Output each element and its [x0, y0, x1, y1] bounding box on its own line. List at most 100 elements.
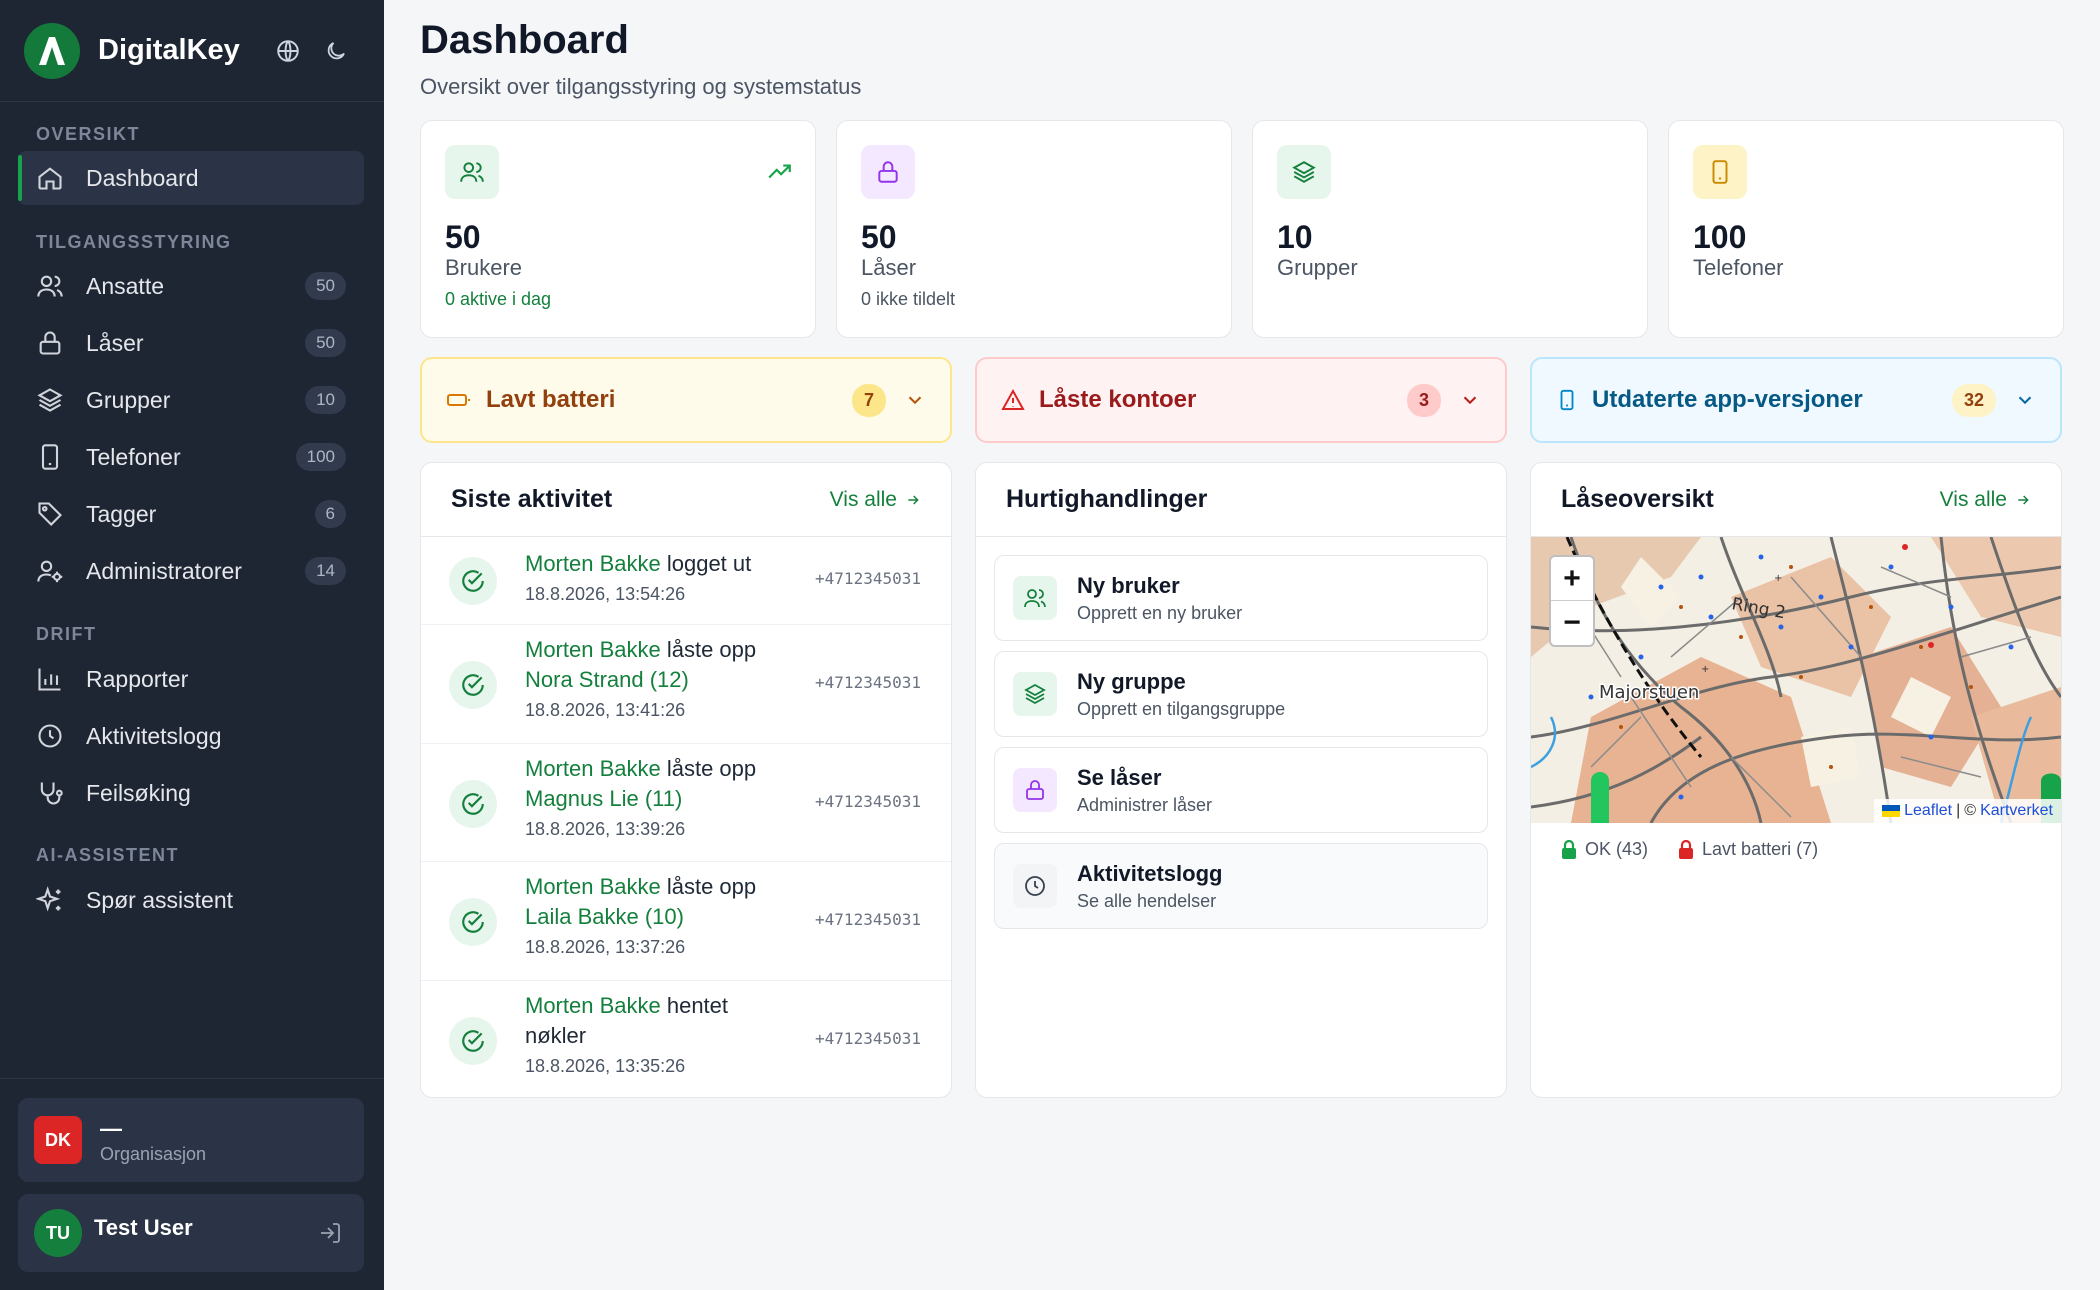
- organization-switcher[interactable]: DK — Organisasjon: [18, 1098, 364, 1182]
- list-item[interactable]: Morten Bakke låste opp Laila Bakke (10) 18…: [421, 862, 951, 981]
- list-item[interactable]: Morten Bakke logget ut 18.8.2026, 13:54:2…: [421, 537, 951, 625]
- globe-icon: [277, 39, 299, 62]
- lock-icon: [878, 161, 898, 183]
- sidebar-item-aktivitetslogg[interactable]: Aktivitetslogg: [18, 709, 364, 763]
- zoom-in-button[interactable]: +: [1551, 557, 1593, 601]
- sidebar-item-laser[interactable]: Låser 50: [18, 316, 364, 370]
- place-label: Majorstuen: [1599, 682, 1699, 703]
- layers-icon-box: [1277, 145, 1331, 199]
- sidebar-item-ansatte[interactable]: Ansatte 50: [18, 259, 364, 313]
- check-circle-icon: [449, 1017, 497, 1065]
- lock-icon: [1013, 768, 1057, 812]
- legend-label: Lavt batteri (7): [1702, 839, 1819, 859]
- activity-time: 18.8.2026, 13:35:26: [525, 1056, 686, 1076]
- stat-card-locks[interactable]: 50 Låser 0 ikke tildelt: [836, 120, 1232, 338]
- lock-icon-box: [861, 145, 915, 199]
- nav-section-title: DRIFT: [36, 624, 97, 644]
- users-icon: [460, 162, 484, 182]
- warning-icon: [1001, 388, 1025, 410]
- activity-target: Nora Strand (12): [525, 667, 689, 692]
- org-type: Organisasjon: [100, 1143, 207, 1164]
- theme-toggle-button[interactable]: [312, 27, 360, 75]
- users-icon: [37, 275, 63, 297]
- user-profile[interactable]: TU Test User: [18, 1194, 364, 1272]
- activity-action: låste opp: [660, 637, 757, 662]
- view-all-link[interactable]: Vis alle: [830, 488, 921, 512]
- sidebar-item-label: Feilsøking: [86, 779, 191, 806]
- chevron-down-icon[interactable]: [904, 389, 926, 411]
- sidebar: DigitalKey OVERSIKT Dashboard TILGANGSST…: [0, 0, 384, 1290]
- sidebar-item-grupper[interactable]: Grupper 10: [18, 373, 364, 427]
- sidebar-item-feilsoking[interactable]: Feilsøking: [18, 766, 364, 820]
- logout-button[interactable]: [312, 1215, 348, 1251]
- list-item[interactable]: Morten Bakke låste opp Nora Strand (12) 18…: [421, 625, 951, 744]
- sidebar-item-rapporter[interactable]: Rapporter: [18, 652, 364, 706]
- moon-icon: [327, 41, 345, 59]
- kartverket-link[interactable]: Kartverket: [1980, 802, 2053, 820]
- zoom-out-button[interactable]: −: [1551, 601, 1593, 645]
- list-item[interactable]: Morten Bakke låste opp Magnus Lie (11) 18.…: [421, 744, 951, 862]
- stat-card-groups[interactable]: 10 Grupper: [1252, 120, 1648, 338]
- phone-icon: [41, 444, 59, 470]
- action-subtitle: Opprett en ny bruker: [1077, 602, 1243, 623]
- stat-label: Telefoner: [1693, 255, 1784, 280]
- nav-section-title: TILGANGSSTYRING: [36, 232, 232, 252]
- activity-text: Morten Bakke låste opp Magnus Lie (11) 18.…: [525, 754, 785, 842]
- alert-locked-accounts[interactable]: Låste kontoer 3: [975, 357, 1507, 443]
- language-button[interactable]: [264, 27, 312, 75]
- lock-map[interactable]: + + Ring 2 Majorstuen + − Leaflet | © Ka…: [1531, 537, 2061, 823]
- stat-card-phones[interactable]: 100 Telefoner: [1668, 120, 2064, 338]
- new-group-button[interactable]: Ny gruppe Opprett en tilgangsgruppe: [994, 651, 1488, 737]
- activity-action: logget ut: [660, 551, 752, 576]
- leaflet-link[interactable]: Leaflet: [1904, 802, 1952, 820]
- legend-low-battery: Lavt batteri (7): [1678, 839, 1818, 860]
- activity-time: 18.8.2026, 13:41:26: [525, 700, 686, 720]
- app-logo[interactable]: [24, 22, 80, 79]
- alert-outdated-app[interactable]: Utdaterte app-versjoner 32: [1530, 357, 2062, 443]
- alert-title: Lavt batteri: [486, 386, 616, 413]
- app-name: DigitalKey: [98, 34, 240, 66]
- stat-card-users[interactable]: 50 Brukere 0 aktive i dag: [420, 120, 816, 338]
- check-circle-icon: [449, 898, 497, 946]
- sidebar-item-label: Aktivitetslogg: [86, 722, 222, 749]
- sidebar-divider: [0, 1078, 384, 1079]
- sidebar-item-dashboard[interactable]: Dashboard: [18, 151, 364, 205]
- action-title: Aktivitetslogg: [1077, 860, 1223, 886]
- stat-value: 100: [1693, 219, 1747, 255]
- action-title: Ny gruppe: [1077, 668, 1186, 694]
- lock-icon: [1679, 839, 1694, 859]
- activity-text: Morten Bakke logget ut 18.8.2026, 13:54:2…: [525, 549, 785, 607]
- page-subtitle: Oversikt over tilgangsstyring og systems…: [420, 74, 862, 99]
- lock-overview-panel: Låseoversikt Vis alle + + Ring 2 Majorst…: [1530, 462, 2062, 1098]
- stat-sub: 0 aktive i dag: [445, 289, 552, 309]
- activity-action: låste opp: [660, 874, 757, 899]
- activity-time: 18.8.2026, 13:54:26: [525, 584, 686, 604]
- new-user-button[interactable]: Ny bruker Opprett en ny bruker: [994, 555, 1488, 641]
- tag-icon: [38, 502, 62, 526]
- sidebar-item-telefoner[interactable]: Telefoner 100: [18, 430, 364, 484]
- activity-phone: +4712345031: [815, 792, 921, 811]
- sidebar-item-tagger[interactable]: Tagger 6: [18, 487, 364, 541]
- sidebar-item-administratorer[interactable]: Administratorer 14: [18, 544, 364, 598]
- action-subtitle: Opprett en tilgangsgruppe: [1077, 698, 1286, 719]
- list-item[interactable]: Morten Bakke hentet nøkler 18.8.2026, 13:…: [421, 981, 951, 1097]
- link-label: Vis alle: [1939, 487, 2007, 511]
- sidebar-item-spor-assistent[interactable]: Spør assistent: [18, 873, 364, 927]
- attribution-separator: |: [1956, 802, 1961, 819]
- view-all-link[interactable]: Vis alle: [1940, 488, 2031, 512]
- users-icon: [1013, 576, 1057, 620]
- phone-icon-box: [1693, 145, 1747, 199]
- sidebar-item-label: Ansatte: [86, 272, 164, 299]
- alert-low-battery[interactable]: Lavt batteri 7: [420, 357, 952, 443]
- activity-log-button[interactable]: Aktivitetslogg Se alle hendelser: [994, 843, 1488, 929]
- action-title: Ny bruker: [1077, 572, 1180, 598]
- nav-section-title: OVERSIKT: [36, 124, 141, 144]
- view-locks-button[interactable]: Se låser Administrer låser: [994, 747, 1488, 833]
- map-legend: OK (43) Lavt batteri (7): [1561, 839, 1818, 860]
- alert-count: 32: [1951, 383, 1996, 417]
- sidebar-item-label: Tagger: [86, 500, 157, 527]
- chevron-down-icon[interactable]: [2014, 389, 2036, 411]
- chevron-down-icon[interactable]: [1459, 389, 1481, 411]
- legend-label: OK (43): [1585, 839, 1649, 859]
- trending-up-icon: [768, 164, 791, 179]
